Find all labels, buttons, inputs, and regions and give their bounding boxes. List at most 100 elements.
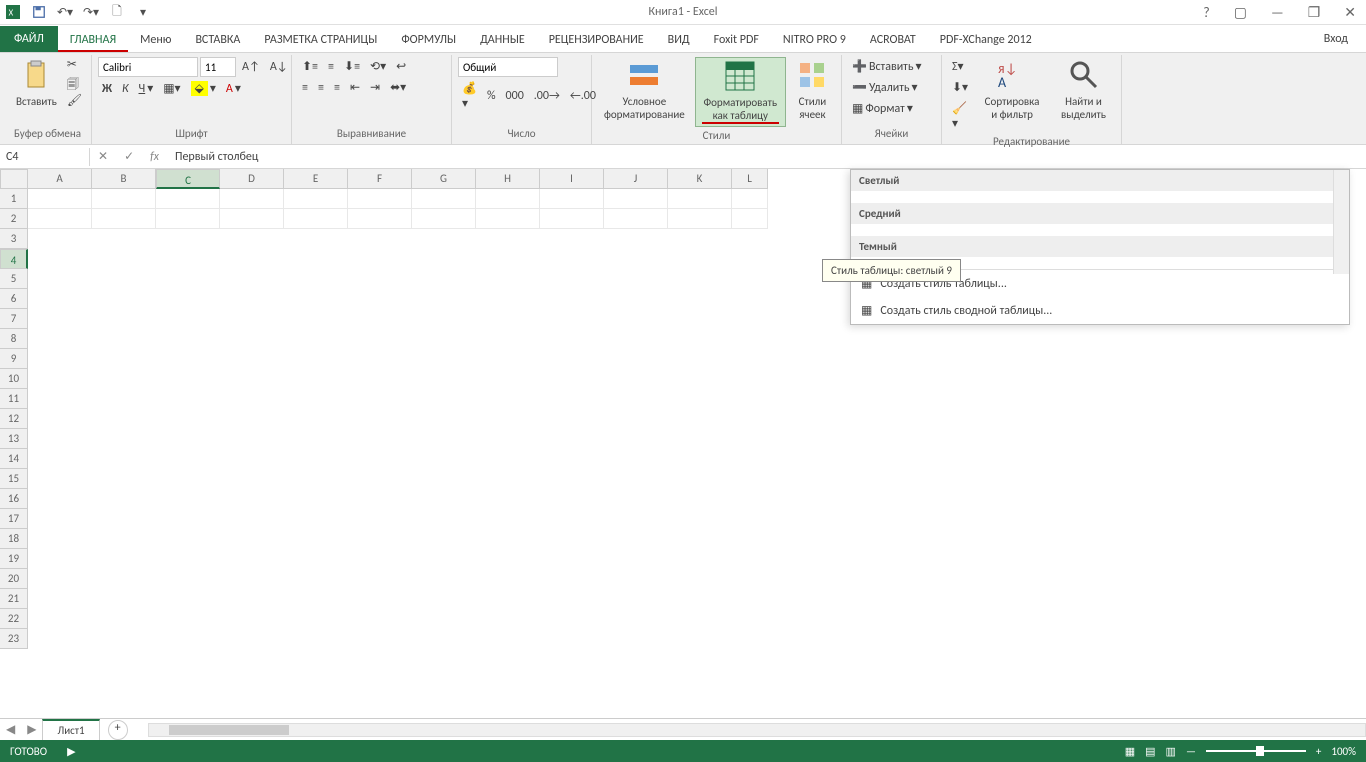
col-header-G[interactable]: G	[412, 169, 476, 189]
tab-formulas[interactable]: ФОРМУЛЫ	[389, 28, 468, 52]
cell[interactable]	[28, 189, 92, 209]
bold-button[interactable]: Ж	[98, 80, 116, 98]
cut-icon[interactable]: ✂	[67, 57, 83, 73]
col-header-C[interactable]: C	[156, 169, 220, 189]
col-header-B[interactable]: B	[92, 169, 156, 189]
row-header-1[interactable]: 1	[0, 189, 28, 209]
save-icon[interactable]	[30, 3, 48, 21]
qat-customize-icon[interactable]: ▾	[134, 3, 152, 21]
cell[interactable]	[348, 189, 412, 209]
align-left-icon[interactable]: ≡	[298, 79, 312, 97]
row-header-7[interactable]: 7	[0, 309, 28, 329]
row-header-5[interactable]: 5	[0, 269, 28, 289]
row-header-17[interactable]: 17	[0, 509, 28, 529]
tab-insert[interactable]: ВСТАВКА	[183, 28, 252, 52]
align-right-icon[interactable]: ≡	[330, 79, 344, 97]
cell[interactable]	[92, 209, 156, 229]
row-header-14[interactable]: 14	[0, 449, 28, 469]
row-header-23[interactable]: 23	[0, 629, 28, 649]
decrease-font-icon[interactable]: A↓	[266, 58, 292, 76]
find-select-button[interactable]: Найти и выделить	[1052, 57, 1115, 123]
cell[interactable]	[540, 189, 604, 209]
tab-pdfx[interactable]: PDF-XChange 2012	[928, 28, 1044, 52]
fx-icon[interactable]: fx	[142, 148, 167, 166]
sheet-nav-prev[interactable]: ◀	[0, 722, 21, 737]
zoom-out-icon[interactable]: —	[1186, 745, 1196, 758]
col-header-A[interactable]: A	[28, 169, 92, 189]
cell[interactable]	[732, 209, 768, 229]
cell[interactable]	[476, 189, 540, 209]
row-header-11[interactable]: 11	[0, 389, 28, 409]
tab-home[interactable]: ГЛАВНАЯ	[58, 28, 128, 52]
format-cells-button[interactable]: ▦ Формат▾	[848, 99, 917, 118]
col-header-J[interactable]: J	[604, 169, 668, 189]
tab-layout[interactable]: РАЗМЕТКА СТРАНИЦЫ	[252, 28, 389, 52]
row-header-22[interactable]: 22	[0, 609, 28, 629]
cancel-icon[interactable]: ✕	[90, 147, 116, 166]
enter-icon[interactable]: ✓	[116, 147, 142, 166]
conditional-formatting-button[interactable]: Условное форматирование	[598, 57, 691, 123]
sort-filter-button[interactable]: я↓А Сортировка и фильтр	[976, 57, 1048, 123]
cell[interactable]	[284, 189, 348, 209]
increase-font-icon[interactable]: A↑	[238, 58, 264, 76]
col-header-H[interactable]: H	[476, 169, 540, 189]
gallery-scrollbar[interactable]	[1333, 170, 1349, 274]
percent-icon[interactable]: %	[483, 87, 500, 105]
row-header-4[interactable]: 4	[0, 249, 28, 269]
zoom-level[interactable]: 100%	[1331, 745, 1356, 758]
align-top-icon[interactable]: ⬆≡	[298, 57, 322, 76]
row-header-10[interactable]: 10	[0, 369, 28, 389]
new-doc-icon[interactable]: 🗋	[108, 3, 126, 21]
row-header-18[interactable]: 18	[0, 529, 28, 549]
row-header-19[interactable]: 19	[0, 549, 28, 569]
col-header-F[interactable]: F	[348, 169, 412, 189]
add-sheet-button[interactable]: +	[108, 720, 128, 740]
col-header-D[interactable]: D	[220, 169, 284, 189]
insert-cells-button[interactable]: ➕ Вставить▾	[848, 57, 926, 76]
cell[interactable]	[668, 209, 732, 229]
cell[interactable]	[412, 209, 476, 229]
format-painter-icon[interactable]: 🖌	[67, 93, 83, 109]
col-header-L[interactable]: L	[732, 169, 768, 189]
comma-icon[interactable]: 000	[502, 87, 528, 105]
row-header-8[interactable]: 8	[0, 329, 28, 349]
row-header-15[interactable]: 15	[0, 469, 28, 489]
tab-nitro[interactable]: NITRO PRO 9	[771, 28, 858, 52]
redo-icon[interactable]: ↷▾	[82, 3, 100, 21]
row-header-6[interactable]: 6	[0, 289, 28, 309]
view-normal-icon[interactable]: ▦	[1125, 745, 1135, 758]
new-pivot-style-button[interactable]: ▦Создать стиль сводной таблицы...	[851, 297, 1349, 324]
cell[interactable]	[156, 189, 220, 209]
cell[interactable]	[732, 189, 768, 209]
italic-button[interactable]: К	[118, 80, 133, 98]
cell[interactable]	[604, 209, 668, 229]
row-header-3[interactable]: 3	[0, 229, 28, 249]
row-header-2[interactable]: 2	[0, 209, 28, 229]
undo-icon[interactable]: ↶▾	[56, 3, 74, 21]
cell[interactable]	[348, 209, 412, 229]
tab-file[interactable]: ФАЙЛ	[0, 26, 58, 52]
autosum-icon[interactable]: Σ▾	[948, 57, 972, 76]
help-icon[interactable]: ?	[1197, 4, 1216, 21]
cell[interactable]	[476, 209, 540, 229]
format-as-table-button[interactable]: Форматировать как таблицу	[695, 57, 786, 127]
delete-cells-button[interactable]: ➖ Удалить▾	[848, 78, 922, 97]
cell[interactable]	[540, 209, 604, 229]
col-header-E[interactable]: E	[284, 169, 348, 189]
cell[interactable]	[28, 209, 92, 229]
name-box[interactable]: C4	[0, 148, 90, 166]
clear-icon[interactable]: 🧹▾	[948, 99, 972, 133]
tab-data[interactable]: ДАННЫЕ	[468, 28, 537, 52]
cell[interactable]	[412, 189, 476, 209]
orientation-icon[interactable]: ⟲▾	[366, 57, 390, 76]
align-middle-icon[interactable]: ≡	[324, 58, 338, 76]
cell[interactable]	[668, 189, 732, 209]
maximize-icon[interactable]: ❐	[1302, 4, 1327, 21]
sheet-nav-next[interactable]: ▶	[21, 722, 42, 737]
macro-icon[interactable]: ▶	[67, 745, 75, 758]
wrap-text-icon[interactable]: ↩	[392, 57, 410, 76]
tab-view[interactable]: ВИД	[656, 28, 702, 52]
view-layout-icon[interactable]: ▤	[1145, 745, 1155, 758]
increase-indent-icon[interactable]: ⇥	[366, 78, 384, 97]
row-header-12[interactable]: 12	[0, 409, 28, 429]
